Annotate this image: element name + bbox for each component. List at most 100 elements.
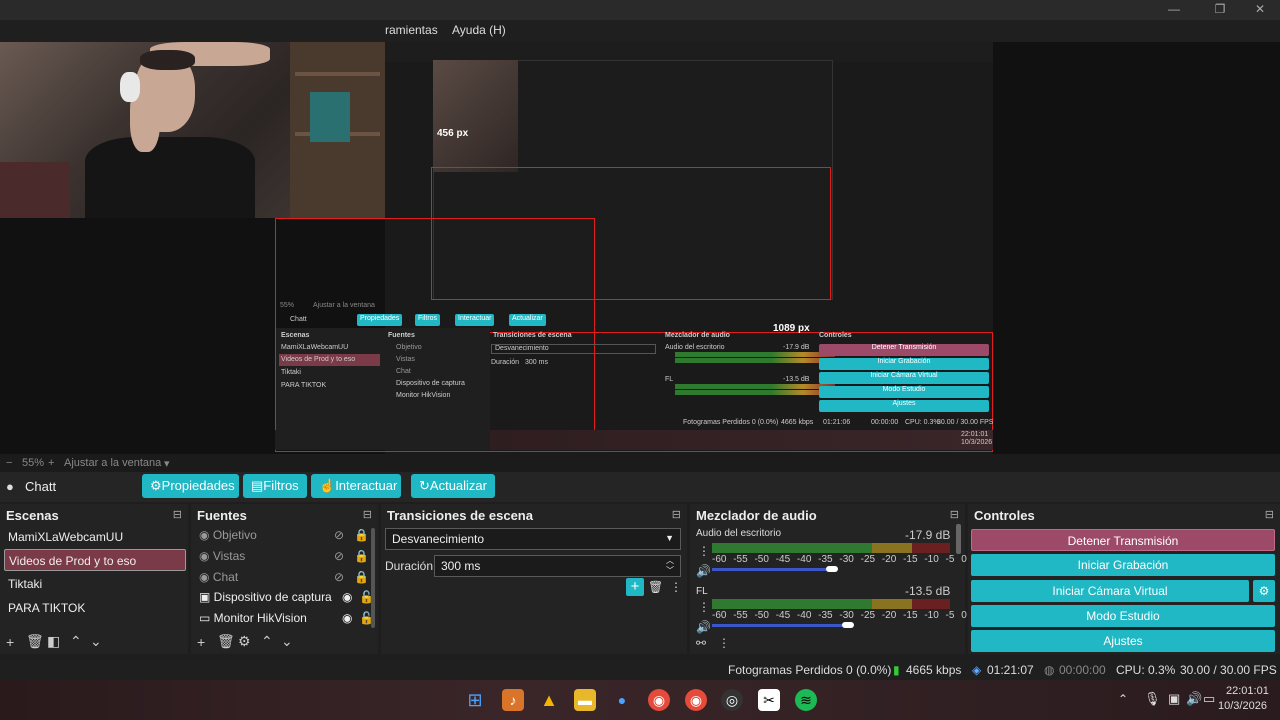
- move-down-icon[interactable]: ⌄: [90, 633, 102, 650]
- record-time: 00:00:00: [1059, 663, 1106, 677]
- source-name: Chat: [212, 570, 239, 584]
- network-icon[interactable]: ▣: [1168, 691, 1180, 707]
- properties-button[interactable]: ⚙Propiedades: [142, 474, 239, 498]
- dock-menu-icon[interactable]: ⊟: [1265, 508, 1274, 521]
- file-explorer-icon[interactable]: ▬: [574, 689, 596, 711]
- interact-button[interactable]: ☝Interactuar: [311, 474, 401, 498]
- start-virtual-camera-button[interactable]: Iniciar Cámara Virtual: [971, 580, 1249, 602]
- move-down-icon[interactable]: ⌄: [281, 633, 293, 650]
- obs-icon[interactable]: ◎: [721, 689, 743, 711]
- chrome-icon[interactable]: ◉: [648, 689, 670, 711]
- stream-time: 01:21:07: [987, 663, 1034, 677]
- menu-tools[interactable]: ramientas: [385, 23, 438, 37]
- source-item[interactable]: ◉ Vistas ⊘ 🔒: [199, 549, 369, 569]
- zoom-out-icon[interactable]: −: [6, 457, 12, 469]
- eye-icon[interactable]: ◉: [342, 611, 352, 625]
- nested-scene-label: Chatt: [290, 316, 307, 323]
- stop-stream-button[interactable]: Detener Transmisión: [971, 529, 1275, 551]
- stepper-icon[interactable]: ︿ ﹀: [666, 556, 674, 576]
- fl-studio-icon[interactable]: ♪: [502, 689, 524, 711]
- scrollbar[interactable]: [371, 528, 375, 628]
- nested-scene-1: Videos de Prod y to eso: [281, 356, 356, 363]
- add-icon[interactable]: +: [6, 634, 14, 650]
- settings-button[interactable]: Ajustes: [971, 630, 1275, 652]
- lock-icon[interactable]: 🔒: [354, 549, 369, 563]
- more-icon[interactable]: ⋮: [698, 600, 710, 614]
- clock-date[interactable]: 10/3/2026: [1218, 700, 1267, 712]
- cpu-usage: CPU: 0.3%: [1116, 663, 1176, 677]
- volume-slider[interactable]: [712, 568, 832, 571]
- add-icon[interactable]: +: [197, 634, 205, 650]
- trash-icon[interactable]: 🗑: [26, 633, 44, 650]
- gear-icon: ⚙: [150, 478, 162, 493]
- volume-slider[interactable]: [712, 624, 847, 627]
- link-icon[interactable]: ⚯: [696, 636, 706, 650]
- level-meter: [712, 543, 950, 553]
- source-item[interactable]: ◉ Chat ⊘ 🔒: [199, 570, 369, 590]
- filters-button[interactable]: ▤Filtros: [243, 474, 307, 498]
- nested-audio-label: Audio del escritorio: [665, 344, 725, 351]
- zoom-in-icon[interactable]: +: [48, 457, 54, 469]
- volume-handle[interactable]: [826, 566, 838, 572]
- spotify-icon[interactable]: ≋: [795, 689, 817, 711]
- source-item[interactable]: ▣ Dispositivo de captura ◉ 🔓: [199, 590, 374, 610]
- scrollbar[interactable]: [956, 524, 961, 554]
- volume-icon[interactable]: 🔊: [1186, 691, 1202, 707]
- preview-canvas[interactable]: 456 px 1089 px Chatt Propiedades Filtros…: [0, 42, 1280, 454]
- eye-hidden-icon[interactable]: ⊘: [334, 549, 344, 563]
- windows-start-icon[interactable]: ⊞: [464, 689, 486, 711]
- clock-time[interactable]: 22:01:01: [1226, 685, 1269, 697]
- more-icon[interactable]: ⋮: [698, 544, 710, 558]
- transition-select[interactable]: Desvanecimiento ▼: [385, 528, 681, 550]
- trash-icon[interactable]: 🗑: [217, 633, 235, 650]
- dock-menu-icon[interactable]: ⊟: [672, 508, 681, 521]
- filter-icon[interactable]: ◧: [47, 633, 60, 650]
- scene-item[interactable]: MamiXLaWebcamUU: [4, 526, 186, 548]
- dock-menu-icon[interactable]: ⊟: [173, 508, 182, 521]
- fit-window-label[interactable]: Ajustar a la ventana: [64, 457, 161, 469]
- eye-icon[interactable]: ◉: [342, 590, 352, 604]
- move-up-icon[interactable]: ⌃: [261, 633, 273, 650]
- menu-help[interactable]: Ayuda (H): [452, 23, 506, 37]
- google-drive-icon[interactable]: ▲: [538, 689, 560, 711]
- speaker-icon[interactable]: 🔊: [696, 564, 711, 578]
- scene-item[interactable]: PARA TIKTOK: [4, 597, 186, 619]
- gear-icon[interactable]: ⚙: [1253, 580, 1275, 602]
- lock-icon[interactable]: 🔒: [354, 570, 369, 584]
- start-recording-button[interactable]: Iniciar Grabación: [971, 554, 1275, 576]
- eye-hidden-icon[interactable]: ⊘: [334, 570, 344, 584]
- eye-hidden-icon[interactable]: ⊘: [334, 528, 344, 542]
- source-item[interactable]: ▭ Monitor HikVision ◉ 🔓: [199, 611, 374, 631]
- maximize-icon[interactable]: ❐: [1210, 2, 1230, 18]
- nested-source-0: Objetivo: [396, 344, 422, 351]
- refresh-button[interactable]: ↻Actualizar: [411, 474, 495, 498]
- battery-icon[interactable]: ▭: [1203, 691, 1215, 707]
- gear-icon[interactable]: ⚙: [238, 633, 251, 650]
- source-item[interactable]: ◉ Objetivo ⊘ 🔒: [199, 528, 369, 548]
- chrome-profile-icon[interactable]: ◉: [685, 689, 707, 711]
- microphone-tray-icon[interactable]: 🎙: [1144, 691, 1161, 707]
- monitor-icon: ▭: [199, 611, 214, 625]
- scene-item[interactable]: Tiktaki: [4, 573, 186, 595]
- volume-handle[interactable]: [842, 622, 854, 628]
- trash-icon[interactable]: 🗑: [648, 580, 663, 594]
- speaker-icon[interactable]: 🔊: [696, 620, 711, 634]
- add-icon[interactable]: +: [626, 578, 644, 596]
- capcut-icon[interactable]: ✂: [758, 689, 780, 711]
- studio-mode-button[interactable]: Modo Estudio: [971, 605, 1275, 627]
- dock-menu-icon[interactable]: ⊟: [950, 508, 959, 521]
- move-up-icon[interactable]: ⌃: [70, 633, 82, 650]
- minimize-icon[interactable]: —: [1164, 2, 1184, 18]
- close-icon[interactable]: ✕: [1250, 2, 1270, 18]
- scene-item-selected[interactable]: Videos de Prod y to eso: [4, 549, 186, 571]
- microphone-icon[interactable]: ●: [611, 689, 633, 711]
- duration-field[interactable]: 300 ms ︿ ﹀: [434, 555, 681, 577]
- more-icon[interactable]: ⋮: [670, 580, 682, 594]
- chevron-down-icon[interactable]: ▾: [164, 457, 170, 470]
- nested-duration-label: Duración: [491, 359, 520, 366]
- nested-fl-label: FL: [665, 376, 674, 383]
- more-icon[interactable]: ⋮: [718, 636, 730, 650]
- dock-menu-icon[interactable]: ⊟: [363, 508, 372, 521]
- chevron-up-icon[interactable]: ⌃: [1118, 692, 1128, 706]
- lock-icon[interactable]: 🔒: [354, 528, 369, 542]
